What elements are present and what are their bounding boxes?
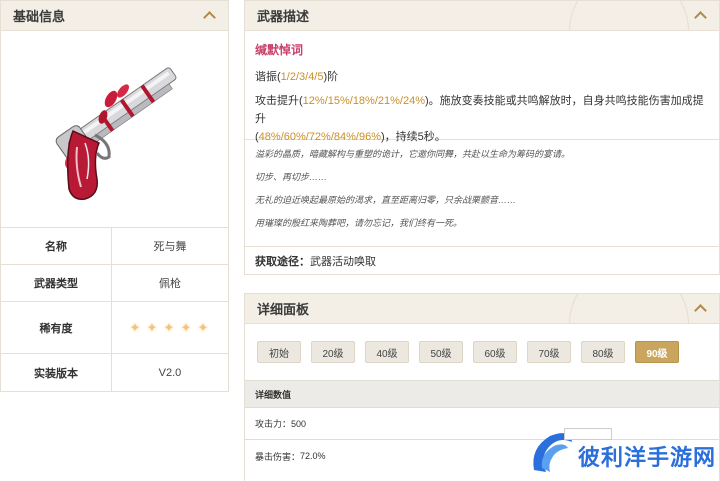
rarity-value: ✦ ✦ ✦ ✦ ✦ xyxy=(112,302,228,353)
lore-section: 溢彩的晶质，暗藏解构与重塑的诡计，它邀你同舞，共赴以生命为筹码的宴请。 切步、再… xyxy=(245,140,719,247)
level-button[interactable]: 70级 xyxy=(527,341,571,363)
info-key: 稀有度 xyxy=(1,302,112,353)
stat-label: 暴击伤害： xyxy=(255,451,301,462)
collapse-chevron-icon[interactable] xyxy=(200,7,218,25)
watermark-text: 彼利洋手游网 xyxy=(578,446,717,471)
watermark-box xyxy=(564,428,612,440)
lore-line: 无礼的迫近唤起最原始的渴求，直至距离归零，只余战栗颤音…… xyxy=(255,195,517,205)
lore-line: 溢彩的晶质，暗藏解构与重塑的诡计，它邀你同舞，共赴以生命为筹码的宴请。 xyxy=(255,149,571,159)
version-value: V2.0 xyxy=(158,366,182,379)
effect-text: )，持续5秒。 xyxy=(380,131,446,143)
resonance-suffix: )阶 xyxy=(323,71,339,83)
detail-values-header: 详细数值 xyxy=(245,380,719,408)
obtain-value: 武器活动唤取 xyxy=(310,256,376,268)
obtain-label: 获取途径： xyxy=(255,256,310,268)
level-button[interactable]: 20级 xyxy=(311,341,355,363)
weapon-description-header[interactable]: 武器描述 xyxy=(245,1,719,31)
basic-info-header[interactable]: 基础信息 xyxy=(1,1,228,31)
weapon-name-value: 死与舞 xyxy=(153,241,187,253)
rarity-star-icon: ✦ xyxy=(163,320,175,335)
level-button[interactable]: 50级 xyxy=(419,341,463,363)
detail-panel-title: 详细面板 xyxy=(257,302,310,317)
lore-line: 用璀璨的殷红来陶葬吧，请勿忘记，我们终有一死。 xyxy=(255,218,463,228)
detail-panel-header[interactable]: 详细面板 xyxy=(245,294,719,324)
rarity-star-icon: ✦ xyxy=(146,320,158,335)
weapon-description-title: 武器描述 xyxy=(257,9,310,24)
resonance-line: 谐振(1/2/3/4/5)阶 xyxy=(255,68,709,86)
skill-name: 缄默悼词 xyxy=(255,43,304,57)
rarity-stars: ✦ ✦ ✦ ✦ ✦ xyxy=(130,321,211,334)
rarity-star-icon: ✦ xyxy=(129,320,141,335)
level-button[interactable]: 60级 xyxy=(473,341,517,363)
stat-value: 500 xyxy=(291,418,307,429)
skill-effect-text: 攻击提升(12%/15%/18%/21%/24%)。施放变奏技能或共鸣解放时，自… xyxy=(255,92,709,146)
info-row-type: 武器类型 佩枪 xyxy=(1,265,228,302)
stat-value: 72.0% xyxy=(300,451,326,461)
level-button[interactable]: 90级 xyxy=(635,341,679,363)
collapse-chevron-icon[interactable] xyxy=(691,7,709,25)
effect-values: 12%/15%/18%/21%/24% xyxy=(302,95,425,107)
stat-label: 攻击力： xyxy=(255,419,292,429)
info-key: 武器类型 xyxy=(1,265,112,301)
level-button[interactable]: 40级 xyxy=(365,341,409,363)
info-key: 实装版本 xyxy=(1,354,112,391)
info-row-rarity: 稀有度 ✦ ✦ ✦ ✦ ✦ xyxy=(1,302,228,354)
weapon-type-value: 佩枪 xyxy=(159,278,181,290)
rarity-star-icon: ✦ xyxy=(197,320,209,335)
info-row-name: 名称 死与舞 xyxy=(1,228,228,265)
resonance-prefix: 谐振( xyxy=(255,71,281,83)
lore-line: 切步、再切步…… xyxy=(255,172,328,182)
level-button[interactable]: 初始 xyxy=(257,341,301,363)
basic-info-title: 基础信息 xyxy=(13,9,66,24)
effect-text: 攻击提升( xyxy=(255,95,303,107)
site-watermark: 彼利洋手游网 xyxy=(522,428,720,481)
skill-section: 缄默悼词 谐振(1/2/3/4/5)阶 攻击提升(12%/15%/18%/21%… xyxy=(245,31,719,143)
collapse-chevron-icon[interactable] xyxy=(691,300,709,318)
weapon-image xyxy=(1,31,228,228)
level-selector: 初始 20级 40级 50级 60级 70级 80级 90级 xyxy=(245,324,719,380)
revolver-illustration-icon xyxy=(55,67,176,201)
info-key: 名称 xyxy=(1,228,112,264)
basic-info-panel: 基础信息 名称 死与舞 武器类型 佩枪 稀有度 ✦ ✦ ✦ ✦ ✦ 实装版本 V… xyxy=(0,0,229,392)
weapon-description-panel: 武器描述 缄默悼词 谐振(1/2/3/4/5)阶 攻击提升(12%/15%/18… xyxy=(244,0,720,275)
resonance-levels: 1/2/3/4/5 xyxy=(280,71,324,83)
rarity-star-icon: ✦ xyxy=(180,320,192,335)
info-row-version: 实装版本 V2.0 xyxy=(1,354,228,391)
level-button[interactable]: 80级 xyxy=(581,341,625,363)
effect-values: 48%/60%/72%/84%/96% xyxy=(258,131,381,143)
obtain-method: 获取途径： 武器活动唤取 xyxy=(245,247,719,275)
